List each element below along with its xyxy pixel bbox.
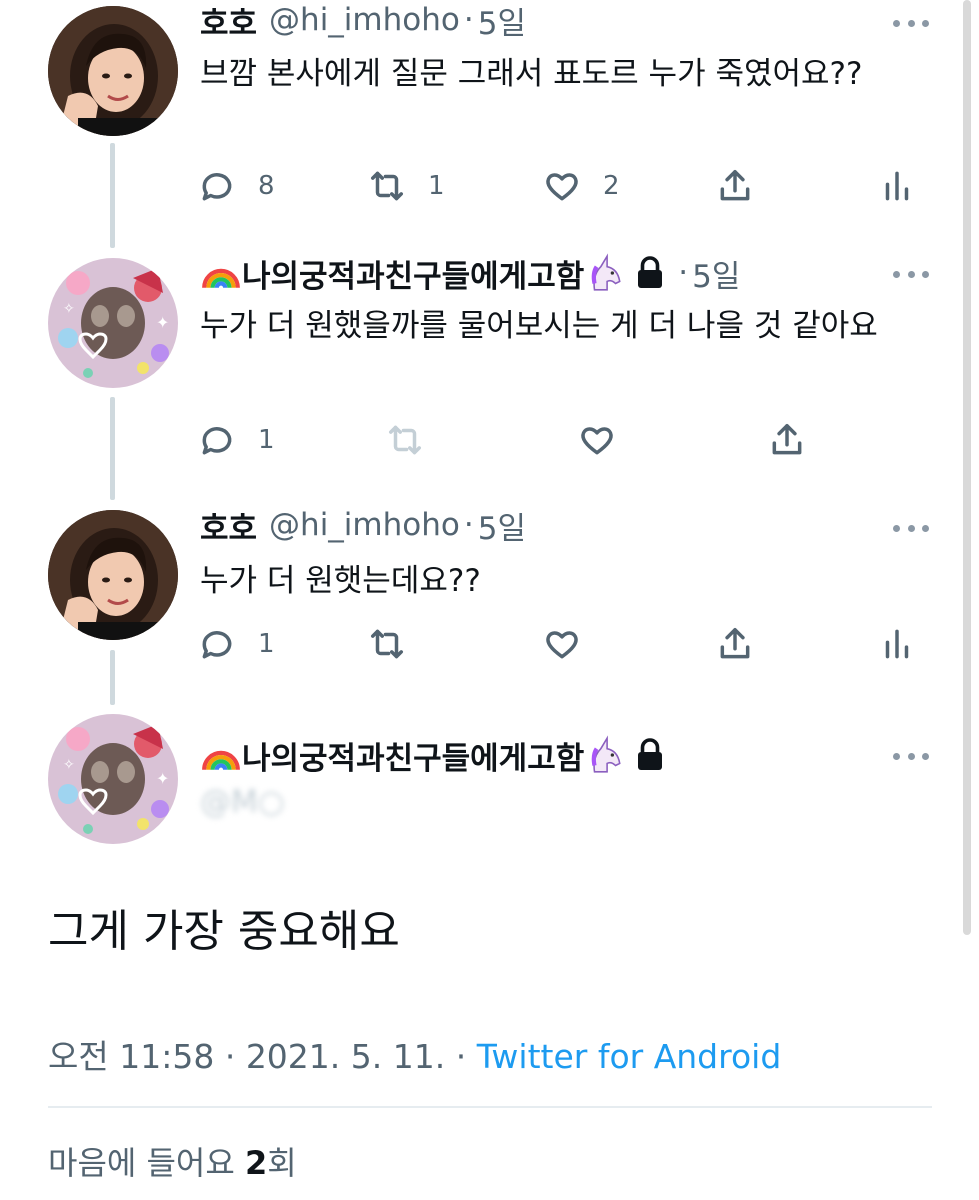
heart-icon [546,631,578,659]
reply-count: 1 [258,425,275,455]
retweet-icon [371,171,403,201]
likes-summary[interactable]: 마음에 들어요 2회 [48,1138,297,1184]
scrollbar[interactable] [963,0,971,935]
tweet-header: 호호 @hi_imhoho · 5일 [200,503,526,548]
username[interactable]: @hi_imhoho [269,2,460,38]
tweet-source-link[interactable]: Twitter for Android [477,1037,782,1076]
tweet-time[interactable]: 오전 11:58 [48,1037,214,1076]
heart-icon [546,173,578,201]
tweet-metadata: 오전 11:58 · 2021. 5. 11. · Twitter for An… [48,1030,781,1078]
username[interactable]: @hi_imhoho [269,507,460,543]
tweet-actions: 8 1 2 [198,164,938,208]
share-button[interactable] [716,164,754,208]
like-button[interactable]: 2 [543,164,620,208]
heart-icon [581,427,613,455]
like-button[interactable] [578,418,616,462]
tweet-header: 나의궁적과친구들에게고함 · 5일 [200,251,740,296]
tweet-actions: 1 [198,418,938,462]
reply-icon [202,631,232,659]
lock-icon [638,256,663,288]
more-options-icon[interactable] [893,522,929,534]
rainbow-icon [202,750,240,771]
tweet-date[interactable]: 2021. 5. 11. [246,1037,445,1076]
thread-line [110,143,115,248]
avatar[interactable] [48,510,178,640]
share-icon [720,170,750,201]
username-redacted: @M○ [200,784,285,820]
avatar[interactable]: ✦ ✧ [48,714,178,844]
tweet-text: 누가 더 원했을까를 물어보시는 게 더 나을 것 같아요 [200,308,878,344]
more-options-icon[interactable] [893,17,929,29]
tweet-text: 브깜 본사에게 질문 그래서 표도르 누가 죽였어요?? [200,56,863,92]
analytics-icon [885,629,909,659]
timestamp[interactable]: 5일 [478,0,526,43]
retweet-button-disabled [386,418,424,462]
reply-button[interactable]: 1 [198,418,275,462]
display-name[interactable]: 나의궁적과친구들에게고함 [242,251,584,296]
lock-icon [638,738,663,770]
retweet-button[interactable]: 1 [368,164,445,208]
svg-text:✦: ✦ [156,769,169,788]
svg-text:✧: ✧ [63,757,75,773]
more-options-icon[interactable] [893,750,929,762]
reply-button[interactable]: 1 [198,622,275,666]
tweet-header: 나의궁적과친구들에게고함 [200,733,674,778]
svg-text:✦: ✦ [156,313,169,332]
retweet-count: 1 [428,171,445,201]
timestamp[interactable]: 5일 [692,251,740,296]
thread-line [110,397,115,500]
rainbow-icon [202,268,240,289]
timestamp[interactable]: 5일 [478,503,526,548]
display-name[interactable]: 호호 [200,503,257,548]
share-icon [772,424,802,455]
analytics-button[interactable] [878,622,916,666]
share-icon [720,628,750,659]
reply-count: 1 [258,629,275,659]
display-name[interactable]: 호호 [200,0,257,43]
reply-count: 8 [258,171,275,201]
likes-label: 마음에 들어요 [48,1144,235,1182]
avatar[interactable] [48,6,178,136]
unicorn-icon [591,253,621,291]
share-button[interactable] [768,418,806,462]
separator: · [678,255,689,291]
more-options-icon[interactable] [893,268,929,280]
reply-icon [202,427,232,455]
reply-button[interactable]: 8 [198,164,275,208]
thread-line [110,650,115,705]
retweet-icon [389,425,421,455]
analytics-button[interactable] [878,164,916,208]
divider [48,1106,932,1108]
share-button[interactable] [716,622,754,666]
reply-icon [202,173,232,201]
tweet-actions: 1 [198,622,938,666]
like-button[interactable] [543,622,581,666]
likes-unit: 회 [267,1144,297,1182]
display-name[interactable]: 나의궁적과친구들에게고함 [242,733,584,778]
separator: · [463,2,474,38]
tweet-text: 그게 가장 중요해요 [48,906,400,957]
separator: · [455,1037,467,1076]
retweet-icon [371,629,403,659]
retweet-button[interactable] [368,622,406,666]
analytics-icon [885,171,909,201]
like-count: 2 [603,171,620,201]
tweet-header: 호호 @hi_imhoho · 5일 [200,0,526,43]
likes-count: 2 [244,1144,268,1182]
separator: · [224,1037,236,1076]
avatar[interactable]: ✦ ✧ [48,258,178,388]
tweet-text: 누가 더 원햇는데요?? [200,563,481,599]
separator: · [463,507,474,543]
svg-text:✧: ✧ [63,301,75,317]
unicorn-icon [591,735,621,773]
